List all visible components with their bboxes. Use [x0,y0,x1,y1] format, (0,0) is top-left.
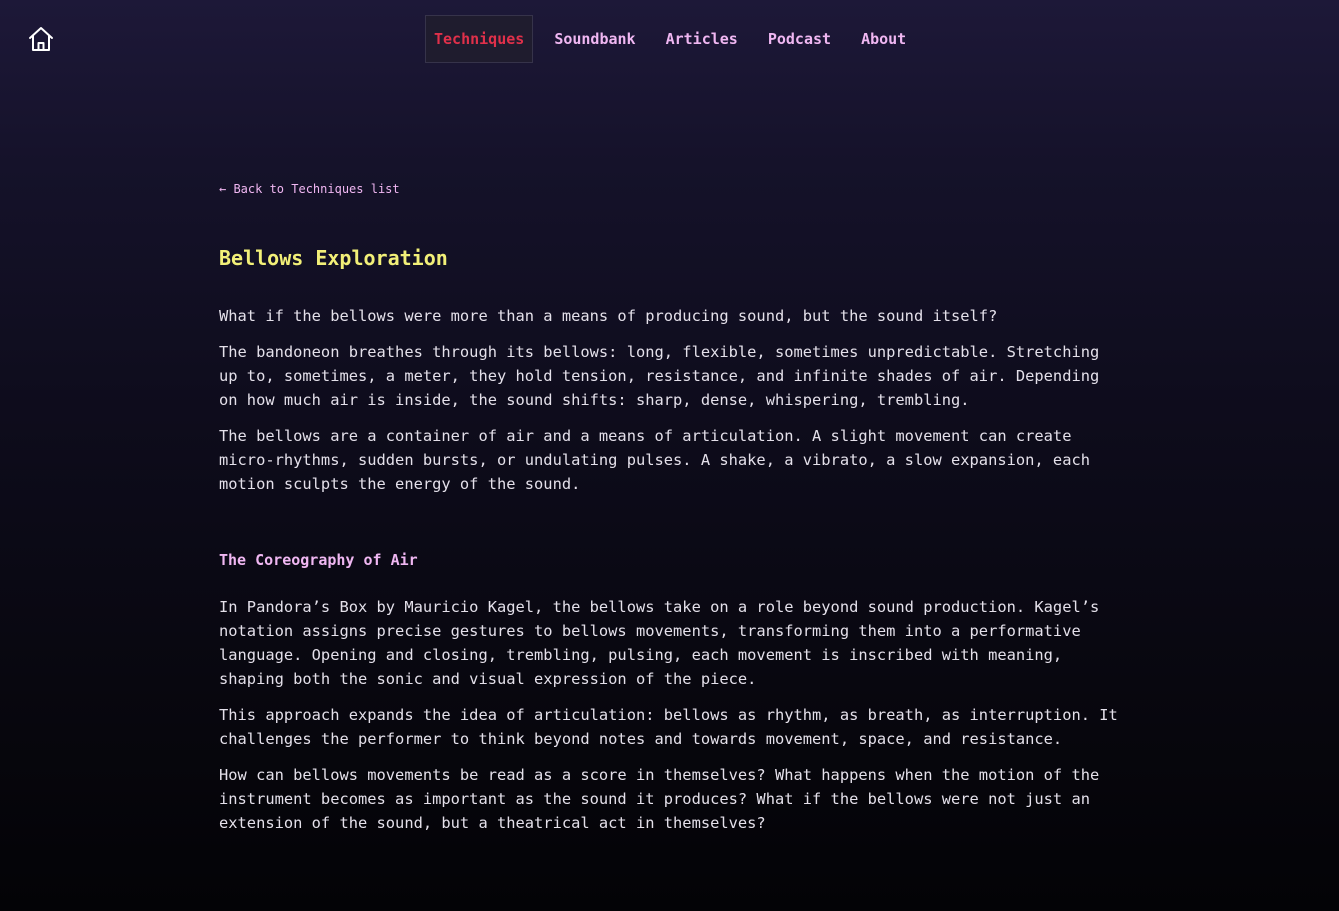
intro-paragraph: What if the bellows were more than a mea… [219,307,998,325]
article-content: ← Back to Techniques list Bellows Explor… [219,178,1119,847]
intro-section: What if the bellows were more than a mea… [219,304,1119,496]
back-to-techniques-link[interactable]: ← Back to Techniques list [219,181,400,197]
nav-about[interactable]: About [846,16,921,62]
nav-podcast[interactable]: Podcast [753,16,846,62]
nav-soundbank[interactable]: Soundbank [539,16,650,62]
nav-articles[interactable]: Articles [651,16,753,62]
section-paragraph: In Pandora’s Box by Mauricio Kagel, the … [219,598,1100,688]
home-link[interactable] [27,25,55,53]
nav-techniques[interactable]: Techniques [425,15,534,63]
section-paragraph: How can bellows movements be read as a s… [219,766,1100,832]
intro-paragraph: The bellows are a container of air and a… [219,427,1090,493]
intro-paragraph: The bandoneon breathes through its bello… [219,343,1100,409]
section-title: The Coreography of Air [219,551,418,569]
top-navigation: Techniques Soundbank Articles Podcast Ab… [425,15,921,63]
home-icon [27,25,55,53]
coreography-section: The Coreography of Air In Pandora’s Box … [219,550,1119,835]
page-title: Bellows Exploration [219,246,448,270]
section-paragraph: This approach expands the idea of articu… [219,706,1118,748]
